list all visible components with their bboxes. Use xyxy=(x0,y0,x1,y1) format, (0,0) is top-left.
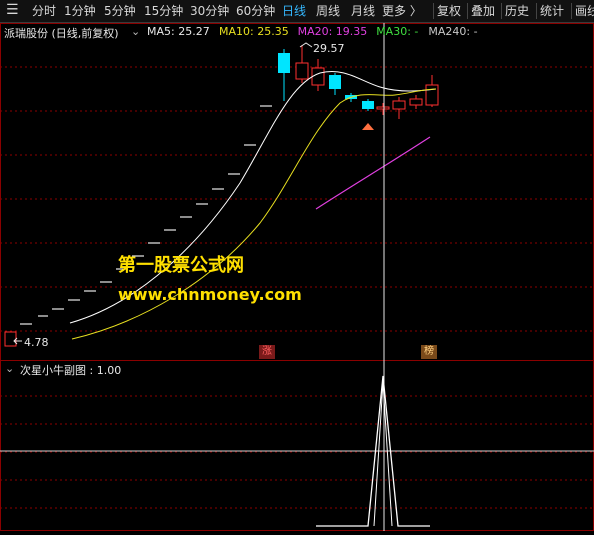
toolbar-item[interactable]: 5分钟 xyxy=(104,0,136,22)
badge-zhang[interactable]: 涨 xyxy=(259,345,275,359)
candle-body xyxy=(392,100,406,110)
stock-title: 派瑞股份 (日线,前复权) xyxy=(4,27,119,40)
ma-label: MA10: 25.35 xyxy=(219,25,289,38)
high-price-label: 29.57 xyxy=(313,42,345,55)
candle-body xyxy=(376,106,390,110)
chevron-down-icon[interactable]: ⌄ xyxy=(131,25,140,38)
toolbar-right-item[interactable]: 叠加 xyxy=(471,0,495,22)
kline-chart[interactable] xyxy=(0,23,594,361)
toolbar-item[interactable]: 60分钟 xyxy=(236,0,275,22)
ma20-line xyxy=(315,136,431,210)
candle-body xyxy=(425,84,439,106)
chevron-down-icon[interactable]: ⌄ xyxy=(5,362,14,375)
ma-label: MA5: 25.27 xyxy=(147,25,210,38)
toolbar-item[interactable]: 周线 xyxy=(316,0,340,22)
toolbar-right-item[interactable]: 历史 xyxy=(505,0,529,22)
toolbar-item[interactable]: 更多 〉 xyxy=(382,0,422,22)
toolbar: 分时 1分钟 5分钟 15分钟 30分钟 60分钟 日线 周线 月线 更多 〉复权 叠加 历史 统计 画线… xyxy=(0,0,594,23)
candle-body xyxy=(311,67,325,86)
toolbar-right-item[interactable]: 统计 xyxy=(540,0,564,22)
toolbar-right-item[interactable]: 画线 xyxy=(575,0,594,22)
toolbar-item[interactable]: 1分钟 xyxy=(64,0,96,22)
candle-body xyxy=(329,75,341,89)
indicator-title: 次星小牛副图 : 1.00 xyxy=(20,364,122,377)
badge-bang[interactable]: 榜 xyxy=(421,345,437,359)
main-chart-panel[interactable]: 派瑞股份 (日线,前复权) ⌄ MA5: 25.27 MA10: 25.35 MA2… xyxy=(0,23,594,361)
ma-label: MA30: - xyxy=(376,25,419,38)
indicator-chart[interactable] xyxy=(0,360,594,531)
toolbar-right-item[interactable]: 复权 xyxy=(437,0,461,22)
ma-label: MA20: 19.35 xyxy=(297,25,368,38)
candle-body xyxy=(362,101,374,109)
candle-body xyxy=(278,53,290,73)
toolbar-item[interactable]: 30分钟 xyxy=(190,0,229,22)
indicator-line xyxy=(373,381,393,527)
candle-body xyxy=(295,62,309,80)
signal-triangle-icon xyxy=(362,123,374,130)
candle-body xyxy=(409,98,423,106)
toolbar-item[interactable]: 日线 xyxy=(282,0,306,22)
toolbar-item[interactable]: 月线 xyxy=(351,0,375,22)
indicator-panel[interactable]: ⌄ 次星小牛副图 : 1.00 xyxy=(0,360,594,531)
toolbar-item[interactable]: 15分钟 xyxy=(144,0,183,22)
candle-body xyxy=(4,331,17,347)
panel-border xyxy=(0,360,594,531)
watermark-title: 第一股票公式网 xyxy=(118,255,244,276)
low-price-label: 4.78 xyxy=(24,336,49,349)
ma-label: MA240: - xyxy=(428,25,478,38)
menu-icon[interactable]: ☰ xyxy=(6,0,19,21)
toolbar-item[interactable]: 分时 xyxy=(32,0,56,22)
watermark-url: www.chnmoney.com xyxy=(118,285,302,304)
